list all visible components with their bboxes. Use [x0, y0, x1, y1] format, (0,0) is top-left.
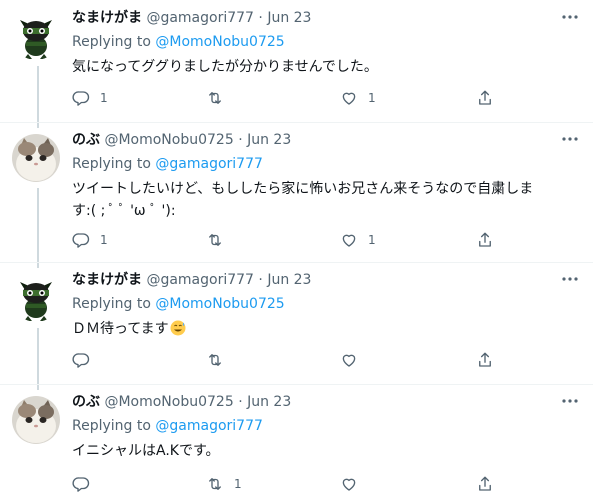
tweet-header: のぶ @MomoNobu0725 · Jun 23 — [72, 392, 291, 412]
replying-label: Replying to — [72, 34, 151, 50]
share-icon — [479, 90, 491, 105]
like-button[interactable]: 1 — [340, 230, 376, 250]
share-icon — [479, 352, 491, 367]
user-handle[interactable]: @MomoNobu0725 — [104, 132, 233, 148]
share-icon — [479, 232, 491, 247]
reply-icon — [72, 353, 90, 368]
share-icon — [479, 476, 491, 491]
cat-photo-avatar[interactable] — [12, 396, 60, 444]
tweet-date[interactable]: Jun 23 — [267, 10, 311, 26]
reply-icon — [72, 233, 90, 248]
more-icon[interactable] — [559, 8, 581, 28]
retweet-icon — [209, 234, 221, 246]
replying-to: Replying to @gamagori777 — [72, 416, 263, 436]
mention-link[interactable]: @gamagori777 — [155, 156, 263, 172]
separator: · — [258, 272, 263, 288]
mention-link[interactable]: @gamagori777 — [155, 418, 263, 434]
separator: · — [258, 10, 263, 26]
retweet-icon — [209, 354, 221, 366]
separator: · — [238, 394, 243, 410]
display-name[interactable]: なまけがま — [72, 272, 142, 288]
retweet-count: 1 — [234, 477, 242, 491]
tweet-date[interactable]: Jun 23 — [247, 132, 291, 148]
tweet-date[interactable]: Jun 23 — [267, 272, 311, 288]
retweet-button[interactable]: 1 — [206, 474, 242, 494]
retweet-icon — [209, 478, 221, 490]
retweet-button[interactable] — [206, 88, 234, 108]
reply-count: 1 — [100, 233, 108, 247]
retweet-icon — [209, 92, 221, 104]
like-count: 1 — [368, 91, 376, 105]
action-bar — [72, 350, 532, 370]
replying-label: Replying to — [72, 156, 151, 172]
tweet-text: ツイートしたいけど、もししたら家に怖いお兄さん来そうなので自粛しま す:( ; … — [72, 181, 534, 219]
separator: · — [238, 132, 243, 148]
tweet[interactable]: のぶ @MomoNobu0725 · Jun 23 Replying to @g… — [0, 122, 593, 262]
grinning-sweat-emoji — [170, 320, 186, 336]
user-handle[interactable]: @gamagori777 — [146, 272, 254, 288]
tweet-header: のぶ @MomoNobu0725 · Jun 23 — [72, 130, 291, 150]
action-bar: 1 — [72, 474, 532, 494]
replying-to: Replying to @gamagori777 — [72, 154, 263, 174]
tweet[interactable]: なまけがま @gamagori777 · Jun 23 Replying to … — [0, 0, 593, 122]
heart-icon — [342, 234, 356, 247]
action-bar: 1 1 — [72, 88, 532, 108]
like-button[interactable] — [340, 474, 368, 494]
share-button[interactable] — [476, 230, 494, 250]
display-name[interactable]: のぶ — [72, 394, 100, 410]
reply-button[interactable] — [72, 350, 100, 370]
heart-icon — [342, 354, 356, 367]
cat-photo-avatar[interactable] — [12, 134, 60, 182]
tweet-header: なまけがま @gamagori777 · Jun 23 — [72, 8, 311, 28]
reply-button[interactable]: 1 — [72, 88, 108, 108]
replying-label: Replying to — [72, 296, 151, 312]
like-button[interactable]: 1 — [340, 88, 376, 108]
conversation-thread: なまけがま @gamagori777 · Jun 23 Replying to … — [0, 0, 593, 504]
tweet-text: ＤＭ待ってます — [72, 321, 169, 337]
reply-button[interactable] — [72, 474, 100, 494]
reply-button[interactable]: 1 — [72, 230, 108, 250]
tweet[interactable]: なまけがま @gamagori777 · Jun 23 Replying to … — [0, 262, 593, 384]
reply-count: 1 — [100, 91, 108, 105]
reply-icon — [72, 477, 90, 492]
share-button[interactable] — [476, 350, 494, 370]
mention-link[interactable]: @MomoNobu0725 — [155, 34, 284, 50]
more-icon[interactable] — [559, 270, 581, 290]
display-name[interactable]: のぶ — [72, 132, 100, 148]
like-button[interactable] — [340, 350, 368, 370]
user-handle[interactable]: @MomoNobu0725 — [104, 394, 233, 410]
replying-to: Replying to @MomoNobu0725 — [72, 32, 285, 52]
heart-icon — [342, 92, 356, 105]
replying-to: Replying to @MomoNobu0725 — [72, 294, 285, 314]
tweet-text: 気になってググりましたが分かりませんでした。 — [72, 59, 378, 75]
tweet-date[interactable]: Jun 23 — [247, 394, 291, 410]
replying-label: Replying to — [72, 418, 151, 434]
display-name[interactable]: なまけがま — [72, 10, 142, 26]
user-handle[interactable]: @gamagori777 — [146, 10, 254, 26]
like-count: 1 — [368, 233, 376, 247]
reply-icon — [72, 91, 90, 106]
frog-ninja-avatar[interactable] — [12, 12, 60, 60]
tweet[interactable]: のぶ @MomoNobu0725 · Jun 23 Replying to @g… — [0, 384, 593, 504]
tweet-header: なまけがま @gamagori777 · Jun 23 — [72, 270, 311, 290]
tweet-text: イニシャルはA.Kです。 — [72, 443, 220, 459]
share-button[interactable] — [476, 88, 494, 108]
more-icon[interactable] — [559, 392, 581, 412]
share-button[interactable] — [476, 474, 494, 494]
retweet-button[interactable] — [206, 230, 234, 250]
action-bar: 1 1 — [72, 230, 532, 250]
more-icon[interactable] — [559, 130, 581, 150]
heart-icon — [342, 478, 356, 491]
tweet-text-container: ＤＭ待ってます — [72, 318, 580, 340]
mention-link[interactable]: @MomoNobu0725 — [155, 296, 284, 312]
frog-ninja-avatar[interactable] — [12, 274, 60, 322]
retweet-button[interactable] — [206, 350, 234, 370]
